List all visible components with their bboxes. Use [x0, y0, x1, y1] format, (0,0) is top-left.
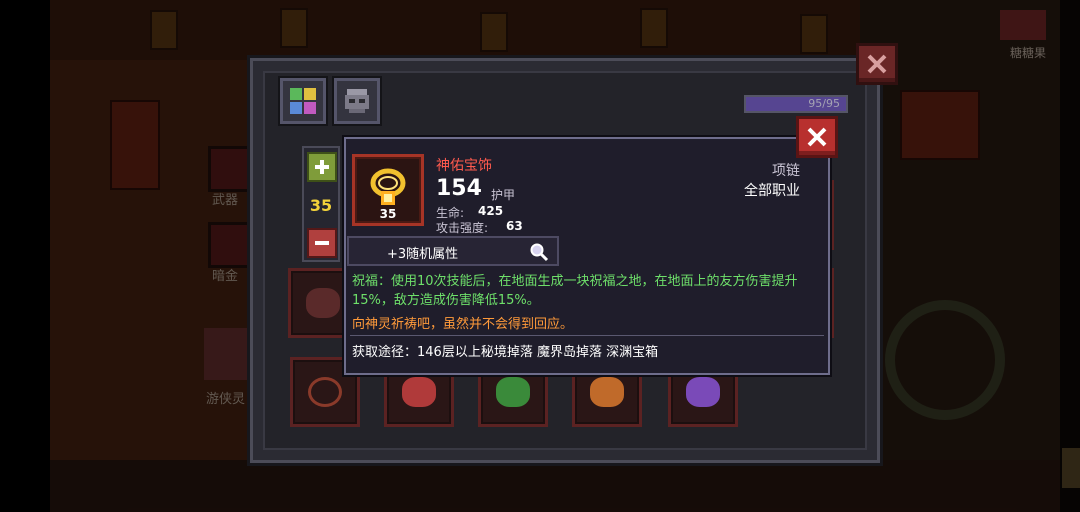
quantity-value: 35	[309, 196, 333, 215]
armor-value: 154	[436, 176, 482, 201]
magnifier-icon[interactable]	[529, 242, 549, 266]
equipment-slot-type: 项链	[772, 163, 800, 179]
plus-icon	[315, 160, 329, 174]
divider	[350, 335, 824, 336]
random-attribute-label: +3随机属性	[387, 247, 459, 262]
decrease-button[interactable]	[307, 228, 337, 258]
purple-amulet-icon	[686, 377, 720, 407]
class-requirement: 全部职业	[744, 183, 800, 199]
grid-inventory-icon	[290, 88, 316, 114]
green-amulet-icon	[496, 377, 530, 407]
close-icon	[859, 46, 895, 82]
capacity-text: 95/95	[808, 97, 840, 110]
tab-inventory-grid[interactable]	[280, 78, 326, 124]
capacity-bar: 95/95	[744, 95, 848, 113]
minus-icon	[315, 241, 329, 245]
stat-value-hp: 425	[478, 204, 504, 218]
tab-armor[interactable]	[334, 78, 380, 124]
orange-amulet-icon	[590, 377, 624, 407]
item-name: 神佑宝饰	[436, 158, 492, 174]
increase-button[interactable]	[307, 152, 337, 182]
armor-label: 护甲	[491, 188, 516, 202]
stat-value-attack: 63	[506, 219, 523, 233]
item-icon-frame: 35	[352, 154, 424, 226]
red-amulet-icon	[402, 377, 436, 407]
quantity-stepper: 35	[302, 146, 340, 262]
close-icon	[799, 119, 835, 155]
ring-necklace-icon	[308, 377, 342, 407]
item-source: 获取途径：146层以上秘境掉落 魔界岛掉落 深渊宝箱	[352, 345, 659, 360]
flavor-text: 向神灵祈祷吧，虽然并不会得到回应。	[352, 317, 574, 332]
item-level: 35	[379, 207, 397, 221]
random-attribute-row[interactable]: +3随机属性	[347, 236, 559, 266]
dark-amulet-icon	[306, 288, 340, 318]
helmet-armor-icon	[345, 89, 369, 113]
stat-label-attack: 攻击强度:	[436, 221, 489, 235]
close-panel-button[interactable]	[856, 43, 898, 85]
blessing-description: 祝福：使用10次技能后，在地面生成一块祝福之地，在地面上的友方伤害提升15%，敌…	[352, 274, 798, 308]
close-tooltip-button[interactable]	[796, 116, 838, 158]
